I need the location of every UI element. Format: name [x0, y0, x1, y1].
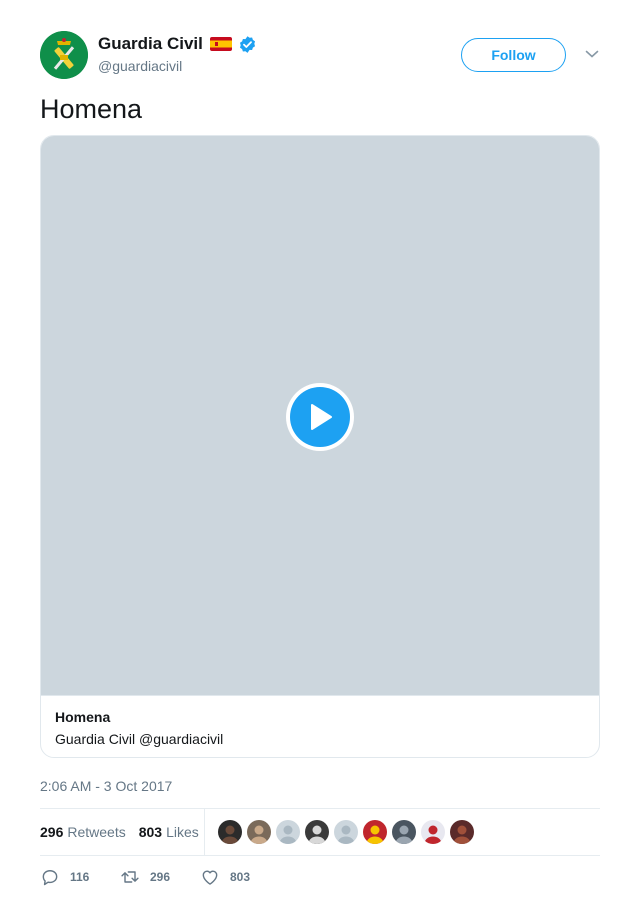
chevron-down-icon[interactable]: [585, 49, 599, 59]
display-name[interactable]: Guardia Civil: [98, 34, 203, 54]
card-title: Homena: [55, 709, 111, 725]
liker-avatar[interactable]: [305, 820, 329, 844]
card-subtitle: Guardia Civil @guardiacivil: [55, 731, 224, 747]
user-names: Guardia Civil @guardiacivil: [98, 33, 257, 74]
liker-avatar[interactable]: [247, 820, 271, 844]
liker-avatar[interactable]: [334, 820, 358, 844]
verified-badge-icon: [239, 35, 255, 53]
display-name-row: Guardia Civil: [98, 33, 257, 55]
retweet-action[interactable]: 296: [120, 867, 200, 887]
likes-label: Likes: [166, 824, 199, 840]
play-icon: [311, 404, 332, 430]
tweet-stats: 296 Retweets 803 Likes: [40, 808, 600, 856]
avatar[interactable]: [40, 31, 88, 79]
retweet-icon: [121, 871, 139, 883]
like-count: 803: [230, 870, 251, 884]
tweet-text: Homena: [40, 94, 143, 124]
liker-avatar[interactable]: [450, 820, 474, 844]
tweet-actions: 116 296 803: [40, 866, 280, 888]
reply-icon: [42, 870, 58, 886]
play-button-circle: [290, 387, 350, 447]
reply-action[interactable]: 116: [40, 867, 120, 887]
spain-flag-icon: [209, 37, 232, 51]
follow-button[interactable]: Follow: [461, 38, 566, 72]
play-button[interactable]: [286, 383, 354, 451]
heart-icon: [202, 870, 218, 885]
likes-stat[interactable]: 803 Likes: [139, 824, 199, 840]
tweet-timestamp[interactable]: 2:06 AM - 3 Oct 2017: [40, 778, 172, 794]
liker-avatar[interactable]: [363, 820, 387, 844]
liker-avatar[interactable]: [421, 820, 445, 844]
reply-count: 116: [70, 870, 90, 884]
media-card[interactable]: Homena Guardia Civil @guardiacivil: [40, 135, 600, 758]
retweets-count: 296: [40, 824, 64, 840]
guardia-civil-emblem-icon: [40, 31, 88, 79]
liker-avatar[interactable]: [276, 820, 300, 844]
user-handle[interactable]: @guardiacivil: [98, 58, 257, 74]
likes-count: 803: [138, 824, 163, 840]
retweets-label: Retweets: [67, 824, 126, 840]
card-meta[interactable]: Homena Guardia Civil @guardiacivil: [41, 695, 599, 757]
tweet-header: Guardia Civil @guardiacivil Follow: [40, 31, 600, 81]
video-player[interactable]: [41, 136, 599, 695]
retweets-stat[interactable]: 296 Retweets: [40, 824, 126, 840]
like-action[interactable]: 803: [200, 867, 280, 887]
liker-avatars: [218, 820, 479, 844]
stat-counts: 296 Retweets 803 Likes: [40, 809, 205, 855]
retweet-count: 296: [150, 870, 171, 884]
liker-avatar[interactable]: [392, 820, 416, 844]
liker-avatar[interactable]: [218, 820, 242, 844]
